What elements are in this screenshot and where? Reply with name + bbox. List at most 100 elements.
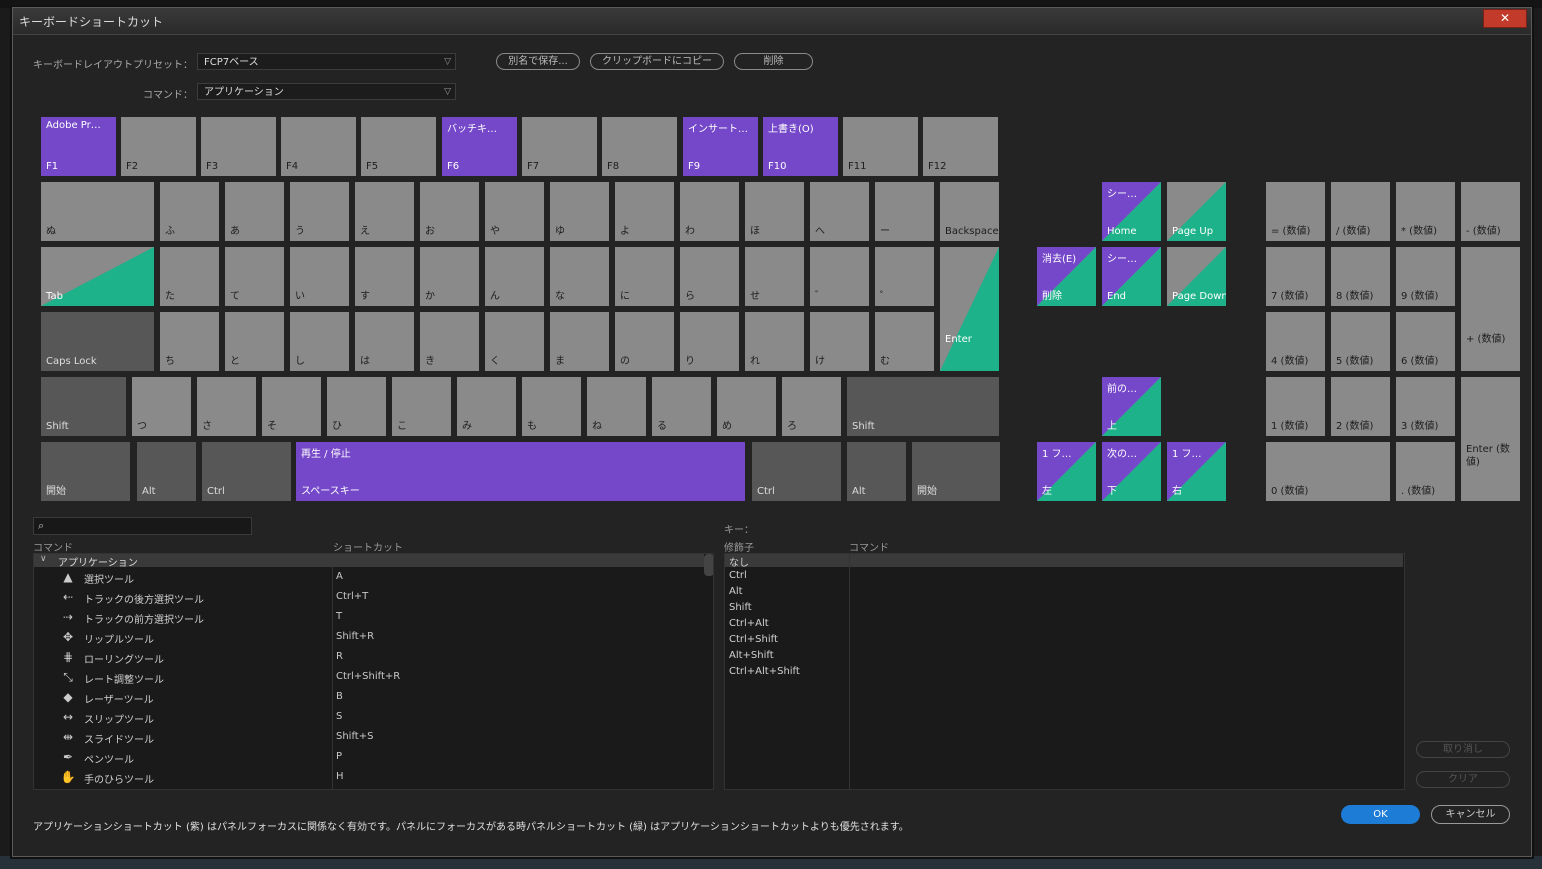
key-row2-11[interactable]: ゛ [810, 247, 869, 306]
list-item[interactable]: ✒ ペンツール P [34, 748, 713, 768]
key-row3-1[interactable]: ち [160, 312, 219, 371]
shortcut-value[interactable]: Ctrl+T [336, 591, 368, 602]
key-nav-6[interactable]: 1 フ… 左 [1037, 442, 1096, 501]
shortcut-value[interactable]: B [336, 691, 343, 702]
key-row2-5[interactable]: か [420, 247, 479, 306]
key-row1-8[interactable]: よ [615, 182, 674, 241]
column-header-shortcut[interactable]: ショートカット [333, 539, 403, 554]
shortcut-value[interactable]: Shift+S [336, 731, 373, 742]
key-f11[interactable]: F11 [843, 117, 918, 176]
key-row1-13[interactable]: Backspace [940, 182, 999, 241]
key-f7[interactable]: F7 [522, 117, 597, 176]
key-row1-7[interactable]: ゆ [550, 182, 609, 241]
list-item[interactable]: ✋ 手のひらツール H [34, 768, 713, 788]
chevron-down-icon[interactable]: ∨ [40, 554, 47, 564]
key-row2-1[interactable]: た [160, 247, 219, 306]
key-numpad-4[interactable]: 7 (数値) [1266, 247, 1325, 306]
list-item[interactable]: ✥ リップルツール Shift+R [34, 628, 713, 648]
key-f2[interactable]: F2 [121, 117, 196, 176]
key-row1-3[interactable]: う [290, 182, 349, 241]
key-row3-9[interactable]: り [680, 312, 739, 371]
key-nav-0[interactable]: シー… Home [1102, 182, 1161, 241]
key-row5-6[interactable]: 開始 [912, 442, 1000, 501]
group-row-application[interactable]: ∨ アプリケーション [34, 554, 704, 569]
key-f6[interactable]: バッチキ… F6 [442, 117, 517, 176]
copy-to-clipboard-button[interactable]: クリップボードにコピー [590, 53, 724, 70]
key-nav-5[interactable]: 前の… 上 [1102, 377, 1161, 436]
key-row4-1[interactable]: つ [132, 377, 191, 436]
modifier-row[interactable]: Shift [729, 602, 752, 613]
modifier-row[interactable]: Ctrl+Alt+Shift [729, 666, 800, 677]
key-numpad-12[interactable]: 2 (数値) [1331, 377, 1390, 436]
shortcut-value[interactable]: T [336, 611, 342, 622]
delete-preset-button[interactable]: 削除 [734, 53, 813, 70]
key-row3-12[interactable]: む [875, 312, 934, 371]
key-numpad-6[interactable]: 9 (数値) [1396, 247, 1455, 306]
key-enter[interactable]: Enter [940, 247, 999, 371]
key-f10[interactable]: 上書き(O) F10 [763, 117, 838, 176]
key-f1[interactable]: Adobe Pr… F1 [41, 117, 116, 176]
key-row4-0[interactable]: Shift [41, 377, 126, 436]
list-item[interactable]: ⇠ トラックの後方選択ツール Ctrl+T [34, 588, 713, 608]
key-row1-12[interactable]: ー [875, 182, 934, 241]
key-numpad-13[interactable]: 3 (数値) [1396, 377, 1455, 436]
key-row4-3[interactable]: そ [262, 377, 321, 436]
key-row5-1[interactable]: Alt [137, 442, 196, 501]
modifier-row[interactable]: Ctrl+Shift [729, 634, 778, 645]
key-row4-8[interactable]: ね [587, 377, 646, 436]
key-nav-3[interactable]: シー… End [1102, 247, 1161, 306]
close-icon[interactable]: ✕ [1483, 9, 1527, 28]
shortcut-value[interactable]: S [336, 711, 342, 722]
key-numpad-11[interactable]: 1 (数値) [1266, 377, 1325, 436]
key-numpad-1[interactable]: / (数値) [1331, 182, 1390, 241]
key-row5-2[interactable]: Ctrl [202, 442, 291, 501]
list-item[interactable]: ⇢ トラックの前方選択ツール T [34, 608, 713, 628]
key-row2-0[interactable]: Tab [41, 247, 154, 306]
modifier-row[interactable]: なし [729, 554, 749, 569]
search-input[interactable]: ⌕ [33, 517, 252, 535]
key-row3-7[interactable]: ま [550, 312, 609, 371]
key-row1-4[interactable]: え [355, 182, 414, 241]
shortcut-value[interactable]: H [336, 771, 344, 782]
key-row3-5[interactable]: き [420, 312, 479, 371]
key-row2-6[interactable]: ん [485, 247, 544, 306]
key-row3-8[interactable]: の [615, 312, 674, 371]
key-nav-2[interactable]: 消去(E) 削除 [1037, 247, 1096, 306]
key-row2-2[interactable]: て [225, 247, 284, 306]
key-row2-4[interactable]: す [355, 247, 414, 306]
key-numpad-15[interactable]: 0 (数値) [1266, 442, 1390, 501]
key-f12[interactable]: F12 [923, 117, 998, 176]
list-item[interactable]: ◆ レーザーツール B [34, 688, 713, 708]
key-f5[interactable]: F5 [361, 117, 436, 176]
shortcut-value[interactable]: P [336, 751, 342, 762]
key-numpad-16[interactable]: . (数値) [1396, 442, 1455, 501]
key-row3-4[interactable]: は [355, 312, 414, 371]
shortcut-value[interactable]: R [336, 651, 343, 662]
key-row4-7[interactable]: も [522, 377, 581, 436]
clear-button[interactable]: クリア [1416, 771, 1510, 788]
key-row4-5[interactable]: こ [392, 377, 451, 436]
column-header-command[interactable]: コマンド [33, 539, 73, 554]
key-row4-11[interactable]: ろ [782, 377, 841, 436]
key-numpad-9[interactable]: 5 (数値) [1331, 312, 1390, 371]
key-numpad-7[interactable]: + (数値) [1461, 247, 1520, 371]
ok-button[interactable]: OK [1341, 805, 1420, 824]
key-row4-9[interactable]: る [652, 377, 711, 436]
key-f3[interactable]: F3 [201, 117, 276, 176]
key-row5-5[interactable]: Alt [847, 442, 906, 501]
key-row1-2[interactable]: あ [225, 182, 284, 241]
key-numpad-3[interactable]: - (数値) [1461, 182, 1520, 241]
key-row3-2[interactable]: と [225, 312, 284, 371]
key-row5-4[interactable]: Ctrl [752, 442, 841, 501]
key-row3-0[interactable]: Caps Lock [41, 312, 154, 371]
key-row1-11[interactable]: へ [810, 182, 869, 241]
key-nav-7[interactable]: 次の… 下 [1102, 442, 1161, 501]
key-row5-0[interactable]: 開始 [41, 442, 130, 501]
key-row1-0[interactable]: ぬ [41, 182, 154, 241]
key-row5-3[interactable]: 再生 / 停止 スペースキー [296, 442, 745, 501]
cancel-button[interactable]: キャンセル [1431, 805, 1510, 824]
key-nav-1[interactable]: Page Up [1167, 182, 1226, 241]
list-item[interactable]: ⤡ レート調整ツール Ctrl+Shift+R [34, 668, 713, 688]
key-numpad-8[interactable]: 4 (数値) [1266, 312, 1325, 371]
key-row2-8[interactable]: に [615, 247, 674, 306]
